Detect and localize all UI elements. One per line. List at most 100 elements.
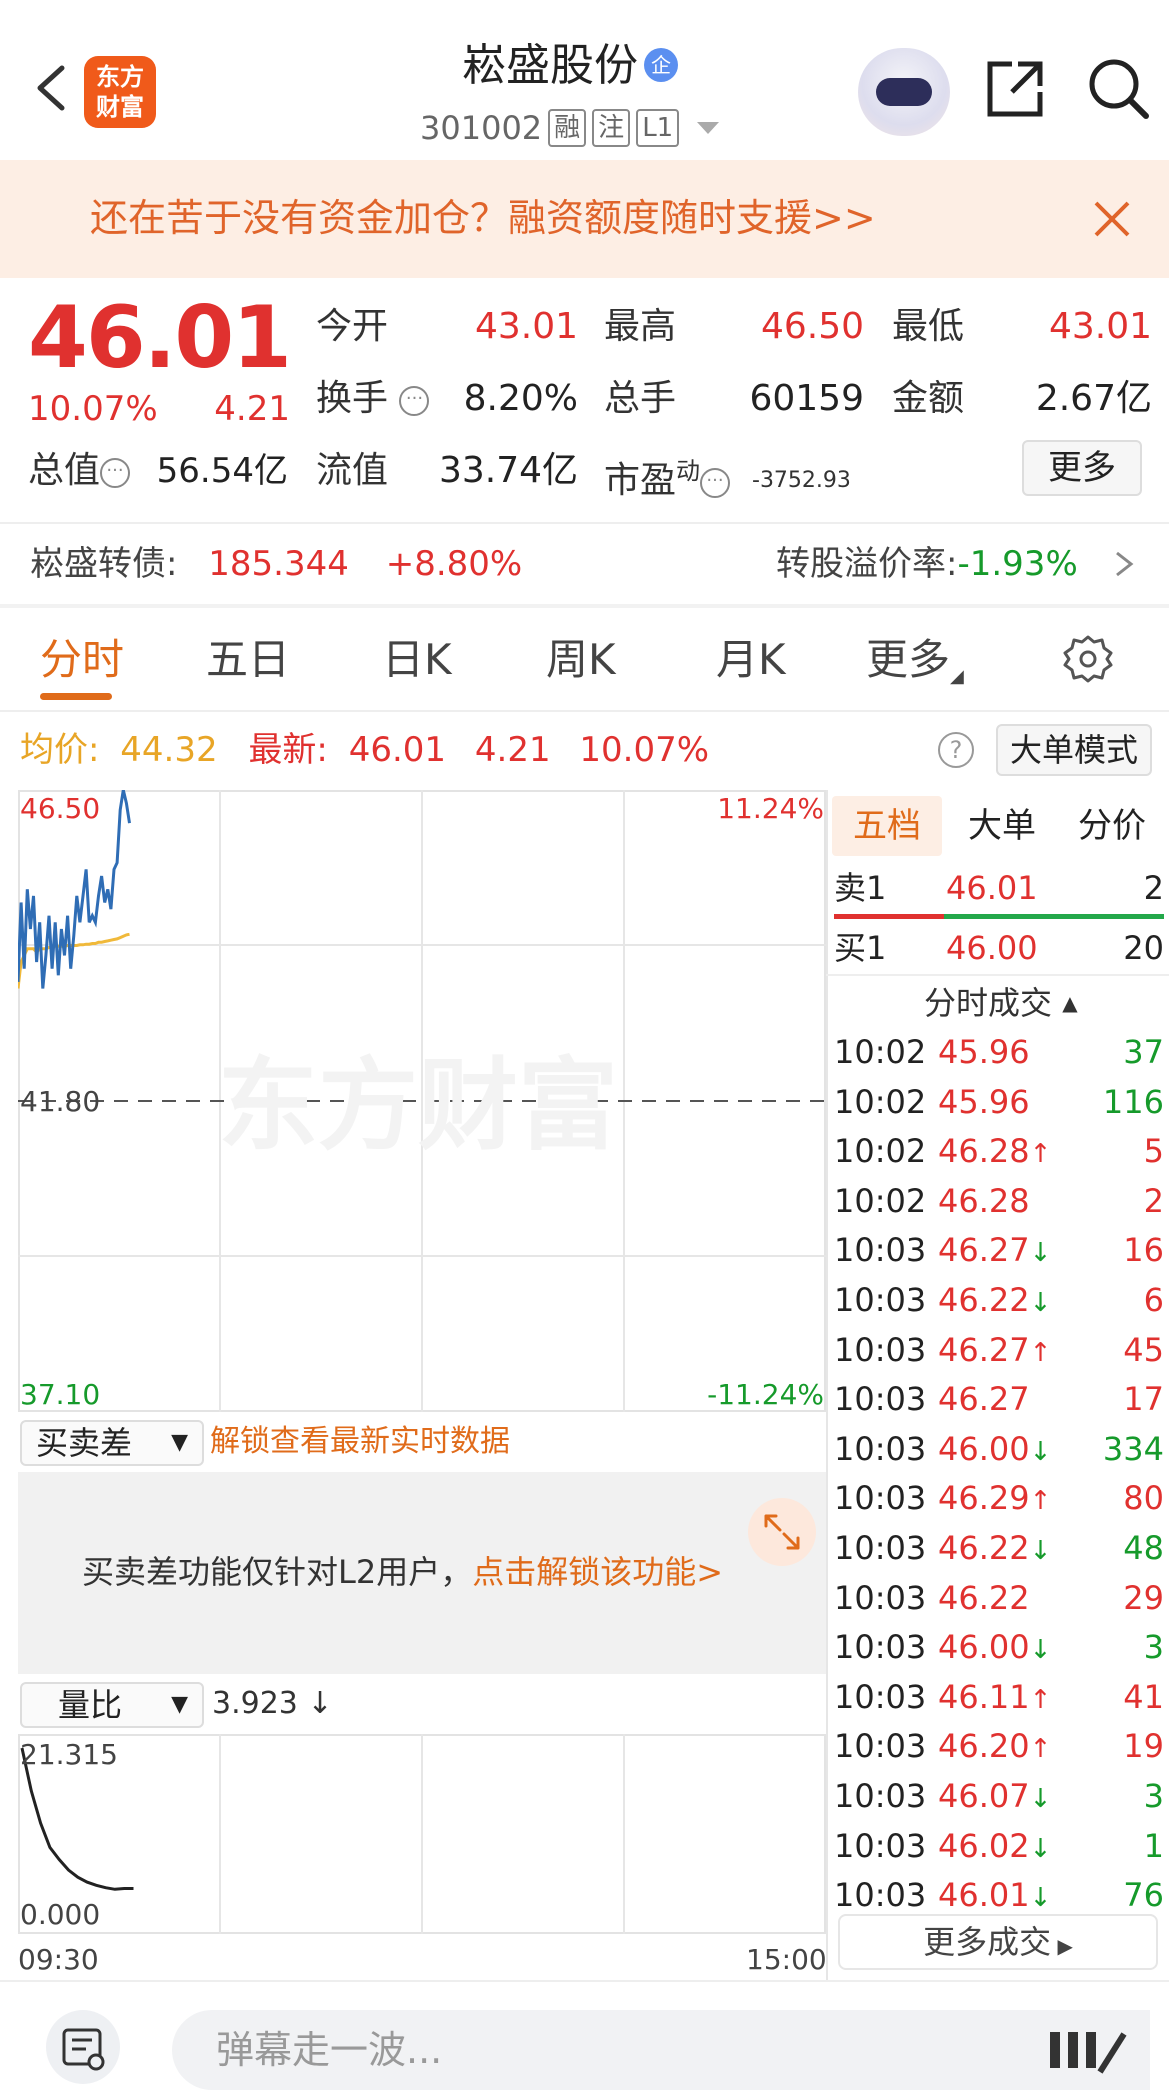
tick-volume: 334 xyxy=(1102,1429,1164,1468)
search-icon[interactable] xyxy=(1086,56,1152,122)
tick-price: 45.96 xyxy=(938,1033,1030,1071)
intraday-info-row: 均价: 44.32 最新: 46.01 4.21 10.07% xyxy=(20,724,709,776)
info-dots-icon[interactable]: ··· xyxy=(399,386,430,416)
danmu-input[interactable]: 弹幕走一波... xyxy=(172,2010,1132,2090)
eastmoney-logo[interactable]: 东方 财富 xyxy=(84,56,156,128)
pe-value: -3752.93 xyxy=(752,468,851,493)
arrow-up-icon: ↑ xyxy=(1029,1734,1052,1765)
tick-time: 10:02 xyxy=(834,1082,927,1121)
open-value: 43.01 xyxy=(474,306,578,347)
tick-price: 46.02↓ xyxy=(938,1826,1052,1865)
divider xyxy=(0,710,1169,712)
tick-price: 46.27↓ xyxy=(938,1231,1052,1270)
stock-code-row[interactable]: 301002 融 注 L1 xyxy=(420,106,725,150)
ai-assistant-robot-icon[interactable] xyxy=(858,48,950,136)
turnover-value: 8.20% xyxy=(463,378,578,419)
avg-price-label: 均价: xyxy=(20,730,100,770)
info-dots-icon[interactable]: ··· xyxy=(100,458,131,488)
latest-change: 4.21 xyxy=(474,730,551,770)
tab-five-levels[interactable]: 五档 xyxy=(832,796,942,856)
share-icon[interactable] xyxy=(984,58,1046,120)
sort-up-icon: ▲ xyxy=(1062,991,1078,1015)
conversion-premium[interactable]: 转股溢价率:-1.93% xyxy=(776,538,1139,590)
tick-time: 10:02 xyxy=(834,1132,927,1171)
unlock-tip[interactable]: 解锁查看最新实时数据 xyxy=(210,1420,510,1464)
big-order-mode-button[interactable]: 大单模式 xyxy=(996,724,1152,776)
back-arrow-icon[interactable] xyxy=(30,58,70,118)
low-label: 最低 xyxy=(892,306,965,347)
note-settings-icon[interactable] xyxy=(46,2010,120,2084)
stock-name: 崧盛股份 xyxy=(462,40,638,91)
latest-label: 最新: xyxy=(248,730,328,770)
promo-banner-text[interactable]: 还在苦于没有资金加仓？融资额度随时支援>> xyxy=(90,190,876,246)
stock-code: 301002 xyxy=(420,109,543,147)
arrow-down-icon: ↓ xyxy=(1029,1784,1052,1814)
margin-tag: 融 xyxy=(548,109,587,147)
current-price: 46.01 xyxy=(28,288,292,388)
unlock-feature-link[interactable]: 点击解锁该功能> xyxy=(472,1553,723,1591)
tick-volume: 16 xyxy=(1123,1231,1164,1270)
tick-row: 10:03 46.11↑ 41 xyxy=(834,1673,1164,1722)
ask-level-1: 卖1 46.01 2 xyxy=(834,864,1164,913)
volume-top-label: 21.315 xyxy=(20,1738,118,1771)
info-dots-icon[interactable]: ··· xyxy=(700,468,731,498)
volume-bottom-label: 0.000 xyxy=(20,1898,100,1931)
tick-volume: 2 xyxy=(1143,1181,1164,1220)
change-percent: 10.07% xyxy=(28,389,158,429)
volume-ratio-value: 3.923 ↓ xyxy=(212,1686,333,1721)
y-axis-bottom-label: 37.10 xyxy=(20,1378,100,1411)
ticks-title[interactable]: 分时成交 ▲ xyxy=(924,978,1078,1028)
tick-time: 10:03 xyxy=(834,1429,927,1468)
tick-volume: 37 xyxy=(1123,1033,1164,1071)
close-icon[interactable] xyxy=(1090,193,1134,255)
tick-volume: 5 xyxy=(1143,1132,1164,1171)
danmu-toggle-icon[interactable] xyxy=(1020,2010,1150,2090)
bid-ratio-bar xyxy=(944,914,1164,919)
tab-daily-k[interactable]: 日K xyxy=(382,632,452,688)
tick-price: 46.27 xyxy=(938,1380,1030,1419)
bid-level-1: 买1 46.00 20 xyxy=(834,924,1164,973)
help-icon[interactable]: ? xyxy=(938,732,974,768)
tick-volume: 3 xyxy=(1143,1628,1164,1667)
arrow-down-icon: ↓ xyxy=(1029,1883,1052,1914)
tick-row: 10:03 46.00↓ 334 xyxy=(834,1425,1164,1474)
expand-icon[interactable] xyxy=(748,1498,816,1566)
divider xyxy=(0,604,1169,608)
tick-row: 10:03 46.22↓ 6 xyxy=(834,1276,1164,1325)
chart-period-tabs: 分时 五日 日K 周K 月K 更多◢ xyxy=(0,610,1169,710)
total-value: 56.54亿 xyxy=(156,451,288,491)
tab-monthly-k[interactable]: 月K xyxy=(716,632,786,688)
more-trades-button[interactable]: 更多成交 ▶ xyxy=(838,1914,1158,1970)
dropdown-label: 买卖差 xyxy=(36,1424,133,1462)
tab-big-orders[interactable]: 大单 xyxy=(952,796,1052,856)
level2-message: 买卖差功能仅针对L2用户，点击解锁该功能> xyxy=(82,1550,723,1594)
tab-price-distribution[interactable]: 分价 xyxy=(1062,796,1162,856)
high-value: 46.50 xyxy=(760,306,864,347)
tick-volume: 3 xyxy=(1143,1777,1164,1815)
tick-row: 10:02 45.96 116 xyxy=(834,1078,1164,1127)
tick-time: 10:03 xyxy=(834,1380,927,1419)
tick-time: 10:03 xyxy=(834,1231,927,1270)
dropdown-caret-icon: ▼ xyxy=(171,1692,188,1717)
ask-price: 46.01 xyxy=(946,869,1038,907)
caret-right-icon: ▶ xyxy=(1051,1934,1073,1958)
latest-percent: 10.07% xyxy=(579,730,710,770)
intraday-price-chart[interactable]: 东方财富 46.50 41.80 37.10 11.24% -11.24% xyxy=(16,789,826,1412)
tab-intraday[interactable]: 分时 xyxy=(40,632,124,688)
volume-ratio-dropdown[interactable]: 量比 ▼ xyxy=(20,1682,204,1728)
buy-sell-diff-dropdown[interactable]: 买卖差 ▼ xyxy=(20,1420,204,1466)
tab-weekly-k[interactable]: 周K xyxy=(546,632,616,688)
bid-label: 买1 xyxy=(834,929,887,967)
tab-more[interactable]: 更多◢ xyxy=(866,632,964,705)
more-stats-button[interactable]: 更多 xyxy=(1022,440,1142,496)
convertible-bond-row[interactable]: 崧盛转债: 185.344 +8.80% xyxy=(30,538,522,590)
amount-label: 金额 xyxy=(892,378,965,419)
divider xyxy=(0,522,1169,524)
premium-label: 转股溢价率: xyxy=(776,544,958,584)
gear-icon[interactable] xyxy=(1063,634,1113,684)
tick-row: 10:03 46.29↑ 80 xyxy=(834,1474,1164,1523)
volume-ratio-chart[interactable]: 21.315 0.000 xyxy=(18,1734,826,1934)
level2-message-text: 买卖差功能仅针对L2用户， xyxy=(82,1553,473,1591)
tab-five-day[interactable]: 五日 xyxy=(206,632,290,688)
turnover-label: 换手 ··· xyxy=(316,376,430,422)
